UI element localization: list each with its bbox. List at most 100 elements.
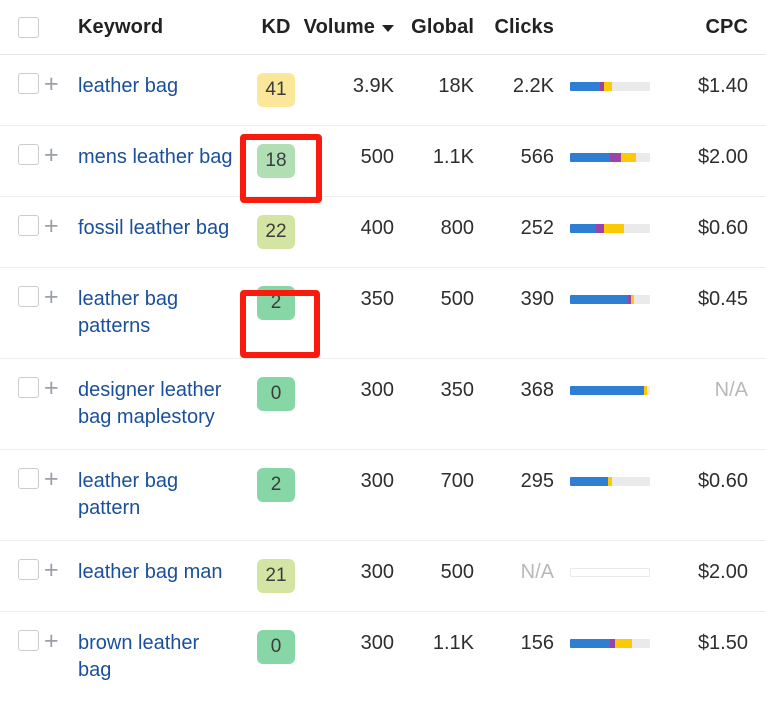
cpc-cell-value: $2.00 (698, 146, 748, 168)
clicks-cell: 566 (474, 126, 554, 189)
add-keyword-cell: + (44, 612, 78, 673)
add-keyword-cell: + (44, 359, 78, 420)
plus-icon[interactable]: + (44, 468, 59, 490)
keyword-cell: leather bag patterns (78, 268, 238, 358)
serp-bar-segment (604, 82, 612, 91)
clicks-cell-value: 390 (521, 288, 554, 310)
plus-icon[interactable]: + (44, 215, 59, 237)
serp-bar-segment (631, 295, 634, 304)
column-header-volume[interactable]: Volume (314, 16, 394, 39)
row-select-checkbox[interactable] (18, 215, 39, 236)
column-header-cpc-label: CPC (705, 16, 748, 39)
keyword-link[interactable]: designer leather bag maplestory (78, 377, 238, 431)
kd-badge: 2 (257, 468, 295, 502)
row-select-cell (0, 450, 44, 513)
keyword-link[interactable]: leather bag patterns (78, 286, 238, 340)
table-row: +designer leather bag maplestory03003503… (0, 359, 766, 450)
serp-bar-segment (610, 153, 621, 162)
kd-badge: 2 (257, 286, 295, 320)
global-cell-value: 500 (441, 288, 474, 310)
cpc-cell-value: $0.60 (698, 470, 748, 492)
keyword-cell: leather bag man (78, 541, 238, 604)
table-row: +leather bag patterns2350500390$0.45 (0, 268, 766, 359)
kd-cell: 18 (238, 126, 314, 196)
clicks-cell: 295 (474, 450, 554, 513)
column-header-keyword[interactable]: Keyword (78, 16, 238, 39)
cpc-cell: $0.60 (670, 450, 766, 513)
column-header-kd[interactable]: KD (238, 16, 314, 39)
row-select-checkbox[interactable] (18, 286, 39, 307)
column-header-cpc[interactable]: CPC (670, 16, 766, 39)
clicks-cell-value: 295 (521, 470, 554, 492)
volume-cell: 300 (314, 541, 394, 604)
keyword-cell: brown leather bag (78, 612, 238, 702)
row-select-checkbox[interactable] (18, 73, 39, 94)
column-header-clicks-label: Clicks (494, 16, 554, 39)
cpc-cell-value: N/A (715, 379, 748, 401)
plus-icon[interactable]: + (44, 377, 59, 399)
add-keyword-cell: + (44, 197, 78, 258)
column-header-global-label: Global (411, 16, 474, 39)
serp-distribution-bar (570, 224, 650, 233)
plus-icon[interactable]: + (44, 559, 59, 581)
keyword-link[interactable]: brown leather bag (78, 630, 238, 684)
select-all-checkbox[interactable] (18, 17, 39, 38)
row-select-checkbox[interactable] (18, 630, 39, 651)
serp-bar-segment (570, 386, 644, 395)
global-cell-value: 800 (441, 217, 474, 239)
plus-icon[interactable]: + (44, 73, 59, 95)
row-select-checkbox[interactable] (18, 144, 39, 165)
kd-cell: 0 (238, 612, 314, 682)
global-cell: 700 (394, 450, 474, 513)
cpc-cell: N/A (670, 359, 766, 422)
keyword-link[interactable]: leather bag (78, 73, 178, 100)
serp-distribution-bar (570, 153, 650, 162)
serp-bar-segment (570, 82, 600, 91)
cpc-cell: $1.50 (670, 612, 766, 675)
plus-icon[interactable]: + (44, 286, 59, 308)
serp-bar-segment (570, 153, 610, 162)
global-cell: 18K (394, 55, 474, 118)
table-row: + leather bag pattern 2 300700 295 $0.60 (0, 450, 766, 541)
kd-cell: 22 (238, 197, 314, 267)
row-select-checkbox[interactable] (18, 377, 39, 398)
kd-badge: 0 (257, 377, 295, 411)
kd-cell: 21 (238, 541, 314, 611)
column-header-global[interactable]: Global (394, 16, 474, 39)
cpc-cell-value: $1.50 (698, 632, 748, 654)
row-select-cell (0, 55, 44, 118)
keyword-link[interactable]: fossil leather bag (78, 215, 229, 242)
keyword-cell: designer leather bag maplestory (78, 359, 238, 449)
plus-icon[interactable]: + (44, 630, 59, 652)
plus-icon[interactable]: + (44, 144, 59, 166)
serp-distribution-cell (554, 55, 670, 109)
keyword-link[interactable]: leather bag man (78, 559, 223, 586)
clicks-cell-value: 156 (521, 632, 554, 654)
serp-distribution-cell (554, 197, 670, 251)
clicks-cell: 156 (474, 612, 554, 675)
clicks-cell: 368 (474, 359, 554, 422)
serp-bar-segment (615, 639, 633, 648)
column-header-keyword-label: Keyword (78, 16, 163, 39)
sort-descending-caret-icon (382, 25, 394, 32)
volume-cell: 400 (314, 197, 394, 260)
row-select-checkbox[interactable] (18, 559, 39, 580)
keyword-link[interactable]: mens leather bag (78, 144, 233, 171)
clicks-cell: 2.2K (474, 55, 554, 118)
row-select-checkbox[interactable] (18, 468, 39, 489)
row-select-cell (0, 612, 44, 675)
cpc-cell: $1.40 (670, 55, 766, 118)
table-body: +leather bag413.9K18K2.2K$1.40+mens leat… (0, 55, 766, 702)
row-select-cell (0, 126, 44, 189)
keyword-link[interactable]: leather bag pattern (78, 468, 238, 522)
table-row: +fossil leather bag22400800252$0.60 (0, 197, 766, 268)
global-cell-value: 1.1K (433, 632, 474, 654)
volume-cell-value: 300 (361, 632, 394, 654)
kd-badge: 18 (257, 144, 295, 178)
clicks-cell-value: 2.2K (513, 75, 554, 97)
global-cell-value: 1.1K (433, 146, 474, 168)
column-header-clicks[interactable]: Clicks (474, 16, 554, 39)
volume-cell-value: 400 (361, 217, 394, 239)
column-header-volume-label: Volume (304, 16, 375, 39)
volume-cell: 300 (314, 450, 394, 513)
